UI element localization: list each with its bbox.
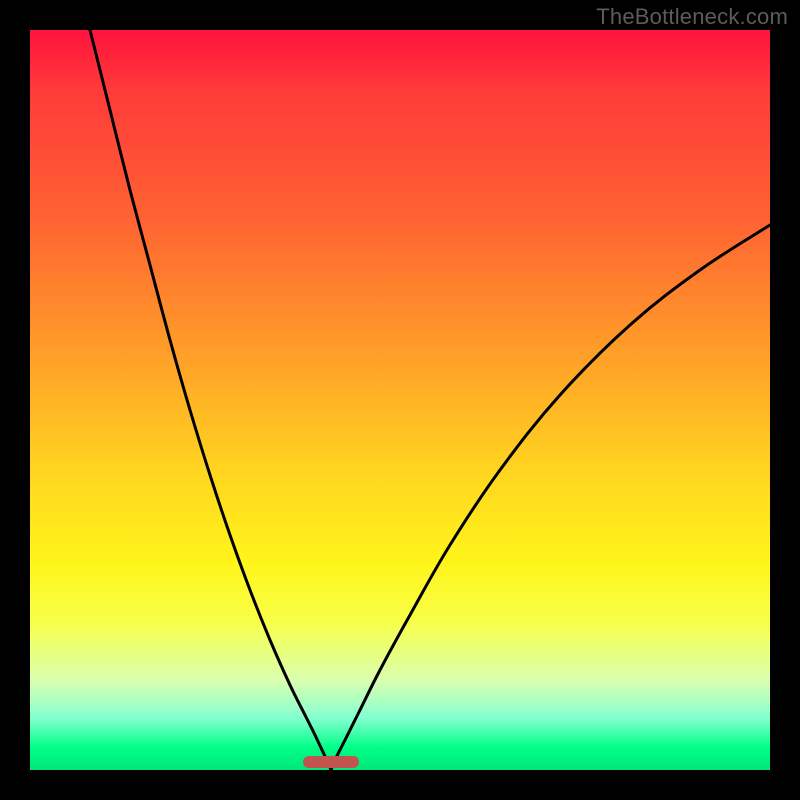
baseline-marker [303,756,359,768]
watermark-text: TheBottleneck.com [596,4,788,30]
chart-frame: TheBottleneck.com [0,0,800,800]
right-curve [331,225,770,770]
left-curve [90,30,331,770]
curve-layer [30,30,770,770]
plot-area [30,30,770,770]
